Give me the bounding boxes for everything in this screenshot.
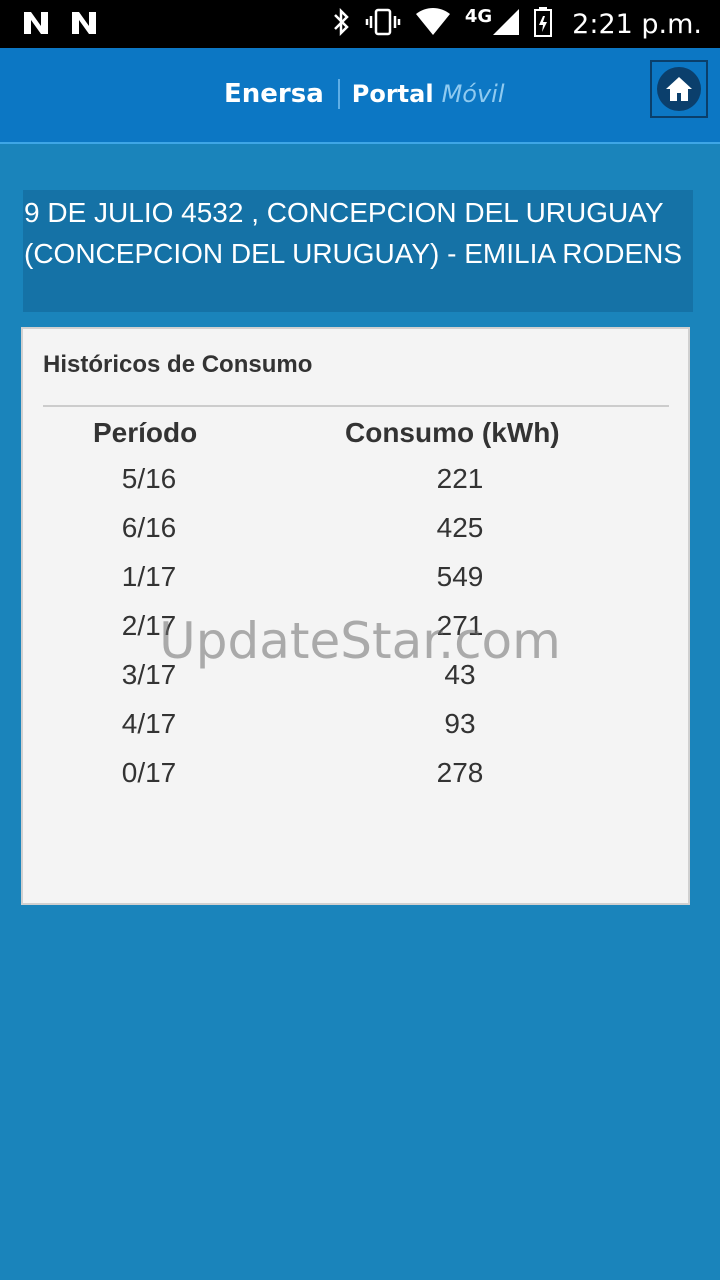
column-header-period: Período — [93, 417, 198, 448]
kwh-cell: 221 — [436, 463, 484, 494]
enersa-logo: Enersa Portal Móvil — [224, 74, 505, 114]
period-cell: 5/16 — [121, 463, 177, 494]
vibrate-icon — [365, 8, 401, 41]
kwh-cell: 271 — [436, 610, 484, 641]
card-title: Históricos de Consumo — [43, 351, 313, 378]
period-cell: 2/17 — [121, 610, 177, 641]
movil-label: Móvil — [441, 80, 505, 108]
system-icons: 4G 2:21 p.m. — [331, 6, 702, 42]
app-header: Enersa Portal Móvil — [0, 48, 720, 144]
signal-icon — [492, 8, 520, 41]
table-row: 6/16 425 — [23, 512, 688, 561]
period-cell: 6/16 — [121, 512, 177, 543]
kwh-cell: 549 — [436, 561, 484, 592]
table-row: 4/17 93 — [23, 708, 688, 757]
status-bar: 4G 2:21 p.m. — [0, 0, 720, 48]
wifi-icon — [415, 7, 451, 41]
period-cell: 4/17 — [121, 708, 177, 739]
bluetooth-icon — [331, 7, 351, 41]
logo-separator — [337, 79, 340, 109]
n-notification-icon — [22, 10, 50, 41]
card-divider — [43, 405, 669, 407]
network-type: 4G — [464, 5, 493, 27]
battery-icon — [534, 6, 553, 42]
table-row: 3/17 43 — [23, 659, 688, 708]
table-row: 1/17 549 — [23, 561, 688, 610]
portal-label: Portal — [351, 80, 434, 108]
consumption-table: 5/16 221 6/16 425 1/17 549 2/17 271 3/17… — [23, 463, 688, 806]
table-row: 0/17 278 — [23, 757, 688, 806]
home-button-circle — [657, 67, 701, 111]
period-cell: 1/17 — [121, 561, 177, 592]
brand-name: Enersa — [224, 79, 324, 109]
period-cell: 0/17 — [121, 757, 177, 788]
kwh-cell: 425 — [436, 512, 484, 543]
kwh-cell: 278 — [436, 757, 484, 788]
home-icon — [666, 77, 692, 101]
supply-address: 9 DE JULIO 4532 , CONCEPCION DEL URUGUAY… — [23, 190, 693, 312]
period-cell: 3/17 — [121, 659, 177, 690]
clock: 2:21 p.m. — [572, 8, 702, 40]
kwh-cell: 93 — [444, 708, 476, 739]
n-notification-icon — [70, 10, 98, 41]
column-header-consumo: Consumo (kWh) — [345, 417, 560, 448]
home-button[interactable] — [650, 60, 708, 118]
kwh-cell: 43 — [444, 659, 476, 690]
notification-icons — [22, 10, 98, 41]
consumption-history-card: Históricos de Consumo Período Consumo (k… — [21, 327, 690, 905]
table-row: 2/17 271 — [23, 610, 688, 659]
table-row: 5/16 221 — [23, 463, 688, 512]
